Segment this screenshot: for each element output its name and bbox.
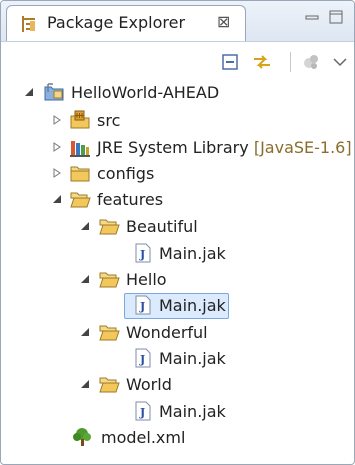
feature-model-tree-icon bbox=[73, 428, 91, 446]
open-folder-icon bbox=[99, 272, 120, 288]
svg-text:J: J bbox=[139, 300, 145, 313]
tree-item-world-main-jak[interactable]: J Main.jak bbox=[1, 399, 354, 425]
collapsed-arrow-icon[interactable] bbox=[51, 167, 63, 179]
tree-item-hello-main-jak[interactable]: J Main.jak bbox=[1, 293, 354, 319]
source-folder-icon bbox=[70, 110, 90, 129]
tab-package-explorer[interactable]: Package Explorer ⊠ bbox=[6, 5, 246, 41]
tab-title: Package Explorer bbox=[47, 13, 186, 32]
tree-item-project[interactable]: HelloWorld-AHEAD bbox=[1, 80, 354, 106]
library-version-decoration: [JavaSE-1.6] bbox=[253, 138, 352, 157]
tree-item-world[interactable]: World bbox=[1, 372, 354, 398]
expanded-arrow-icon[interactable] bbox=[51, 193, 63, 205]
expanded-arrow-icon[interactable] bbox=[79, 326, 91, 338]
tree-item-hello[interactable]: Hello bbox=[1, 267, 354, 293]
library-icon bbox=[70, 141, 90, 157]
package-explorer-icon bbox=[22, 16, 35, 32]
tree-item-model-xml[interactable]: model.xml bbox=[1, 425, 354, 451]
tree-item-src[interactable]: src bbox=[1, 108, 354, 134]
jak-file-icon: J bbox=[135, 401, 151, 421]
tree-item-features[interactable]: features bbox=[1, 187, 354, 213]
svg-text:J: J bbox=[139, 248, 145, 261]
view-menu-icon[interactable] bbox=[330, 52, 350, 72]
expanded-arrow-icon[interactable] bbox=[23, 86, 35, 98]
open-folder-icon bbox=[99, 325, 120, 341]
close-icon[interactable]: ⊠ bbox=[217, 12, 230, 32]
svg-text:J: J bbox=[139, 406, 145, 419]
open-folder-icon bbox=[70, 192, 91, 208]
tree-item-configs[interactable]: configs bbox=[1, 161, 354, 187]
minimize-icon[interactable] bbox=[304, 9, 320, 25]
tree-item-jre-system-library[interactable]: JRE System Library [JavaSE-1.6] bbox=[1, 135, 354, 161]
expanded-arrow-icon[interactable] bbox=[79, 220, 91, 232]
tree-item-label: configs bbox=[97, 164, 155, 183]
tree-item-label: Beautiful bbox=[126, 217, 198, 236]
jak-file-icon: J bbox=[135, 243, 151, 263]
tree-item-label: Main.jak bbox=[159, 349, 226, 368]
tree-item-label: Main.jak bbox=[159, 296, 226, 315]
jak-file-icon: J bbox=[135, 295, 151, 315]
tree-item-wonderful-main-jak[interactable]: J Main.jak bbox=[1, 346, 354, 372]
tree-item-label: Wonderful bbox=[126, 323, 208, 342]
expanded-arrow-icon[interactable] bbox=[79, 273, 91, 285]
view-toolbar bbox=[1, 42, 354, 80]
maximize-icon[interactable] bbox=[328, 9, 344, 25]
jre-label-group: JRE System Library [JavaSE-1.6] bbox=[97, 138, 352, 158]
tree-item-label: World bbox=[126, 375, 172, 394]
collapse-all-icon[interactable] bbox=[220, 52, 240, 72]
open-folder-icon bbox=[99, 377, 120, 393]
focus-task-icon[interactable] bbox=[301, 52, 321, 72]
tree-item-label: Main.jak bbox=[159, 244, 226, 263]
tree-item-beautiful[interactable]: Beautiful bbox=[1, 214, 354, 240]
folder-icon bbox=[70, 166, 90, 182]
tree-item-label: HelloWorld-AHEAD bbox=[71, 83, 220, 102]
view-tab-bar: Package Explorer ⊠ bbox=[1, 1, 354, 42]
java-project-icon bbox=[44, 83, 64, 101]
tree-item-label: JRE System Library bbox=[97, 138, 249, 157]
tree-item-label: Hello bbox=[126, 270, 167, 289]
tree-item-label: features bbox=[97, 190, 164, 209]
svg-text:J: J bbox=[139, 353, 145, 366]
tree-item-label: model.xml bbox=[101, 428, 186, 447]
tree-item-label: src bbox=[97, 111, 121, 130]
collapsed-arrow-icon[interactable] bbox=[51, 114, 63, 126]
toolbar-separator bbox=[290, 52, 291, 72]
collapsed-arrow-icon[interactable] bbox=[51, 141, 63, 153]
tree-item-label: Main.jak bbox=[159, 402, 226, 421]
package-explorer-view: Package Explorer ⊠ HelloWorld-AHEAD src … bbox=[0, 0, 355, 465]
jak-file-icon: J bbox=[135, 348, 151, 368]
open-folder-icon bbox=[99, 219, 120, 235]
expanded-arrow-icon[interactable] bbox=[79, 378, 91, 390]
link-with-editor-icon[interactable] bbox=[252, 52, 272, 72]
tree-item-wonderful[interactable]: Wonderful bbox=[1, 320, 354, 346]
tree-item-beautiful-main-jak[interactable]: J Main.jak bbox=[1, 241, 354, 267]
